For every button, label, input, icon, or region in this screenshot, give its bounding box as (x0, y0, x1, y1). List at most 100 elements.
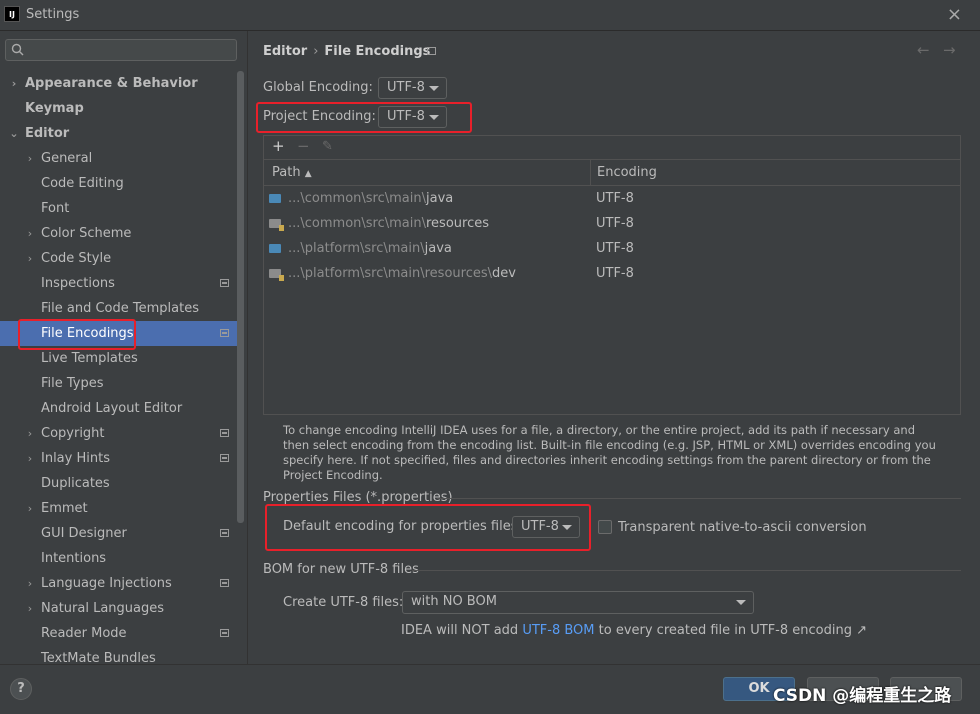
chevron-right-icon[interactable]: › (24, 421, 36, 446)
project-encoding-value: UTF-8 (387, 109, 425, 124)
project-encoding-label: Project Encoding: (263, 109, 376, 124)
chevron-right-icon[interactable]: › (24, 571, 36, 596)
sidebar-item-label: File and Code Templates (41, 301, 199, 316)
sidebar-item[interactable]: Keymap (0, 96, 238, 121)
sidebar-item[interactable]: Intentions (0, 546, 238, 571)
chevron-down-icon (429, 115, 439, 120)
project-scope-icon (220, 529, 229, 537)
sidebar-item[interactable]: Inspections (0, 271, 238, 296)
back-arrow-icon[interactable]: ← (917, 41, 930, 59)
encoding-cell[interactable]: UTF-8 (596, 236, 634, 261)
sidebar-item[interactable]: › Appearance & Behavior (0, 71, 238, 96)
sidebar-item[interactable]: Android Layout Editor (0, 396, 238, 421)
chevron-right-icon[interactable]: › (24, 596, 36, 621)
sidebar-item[interactable]: Duplicates (0, 471, 238, 496)
encoding-cell[interactable]: UTF-8 (596, 211, 634, 236)
sidebar-item-label: Editor (25, 126, 70, 141)
sidebar-item[interactable]: › Inlay Hints (0, 446, 238, 471)
chevron-down-icon (736, 600, 746, 605)
sidebar-item-label: General (41, 151, 93, 166)
source-folder-icon (269, 244, 281, 253)
sidebar-item[interactable]: › Code Style (0, 246, 238, 271)
path-prefix: ...\platform\src\main\ (288, 241, 425, 256)
sidebar-item[interactable]: › Emmet (0, 496, 238, 521)
chevron-down-icon (562, 525, 572, 530)
chevron-right-icon[interactable]: › (24, 246, 36, 271)
table-row[interactable]: ...\platform\src\main\java UTF-8 (264, 236, 960, 261)
encoding-cell[interactable]: UTF-8 (596, 186, 634, 211)
sidebar-item[interactable]: File Types (0, 371, 238, 396)
table-row[interactable]: ...\common\src\main\java UTF-8 (264, 186, 960, 211)
breadcrumb-parent[interactable]: Editor (263, 44, 307, 59)
bom-note: IDEA will NOT add UTF-8 BOM to every cre… (401, 623, 867, 638)
sidebar-item[interactable]: GUI Designer (0, 521, 238, 546)
transparent-native-to-ascii-label[interactable]: Transparent native-to-ascii conversion (618, 520, 867, 535)
close-icon[interactable]: × (947, 4, 962, 25)
properties-default-encoding-label: Default encoding for properties files: (283, 519, 522, 534)
project-scope-icon (220, 579, 229, 587)
table-row[interactable]: ...\common\src\main\resources UTF-8 (264, 211, 960, 236)
sidebar-item[interactable]: Reader Mode (0, 621, 238, 646)
project-scope-icon (220, 429, 229, 437)
sidebar-item-label: Keymap (25, 101, 84, 116)
create-utf8-label: Create UTF-8 files: (283, 595, 404, 610)
sidebar-item-label: Color Scheme (41, 226, 132, 241)
remove-icon[interactable]: − (297, 137, 310, 155)
path-prefix: ...\common\src\main\ (288, 191, 426, 206)
sidebar-item[interactable]: › Color Scheme (0, 221, 238, 246)
chevron-right-icon[interactable]: › (24, 496, 36, 521)
path-prefix: ...\common\src\main\ (288, 216, 426, 231)
chevron-down-icon[interactable]: ⌄ (8, 121, 20, 146)
forward-arrow-icon[interactable]: → (943, 41, 956, 59)
sidebar-item[interactable]: Font (0, 196, 238, 221)
encoding-help-text: To change encoding IntelliJ IDEA uses fo… (283, 423, 936, 482)
project-scope-icon (220, 329, 229, 337)
path-prefix: ...\platform\src\main\resources\ (288, 266, 492, 281)
transparent-native-to-ascii-checkbox[interactable] (598, 520, 612, 534)
chevron-right-icon[interactable]: › (8, 71, 20, 96)
bom-note-prefix: IDEA will NOT add (401, 623, 523, 638)
sidebar-item[interactable]: Live Templates (0, 346, 238, 371)
breadcrumb-separator: › (313, 44, 319, 59)
sidebar-item[interactable]: File Encodings (0, 321, 238, 346)
encoding-cell[interactable]: UTF-8 (596, 261, 634, 286)
sidebar-scrollbar[interactable] (237, 71, 244, 523)
sidebar-item[interactable]: Code Editing (0, 171, 238, 196)
path-cell: ...\common\src\main\java (288, 186, 453, 211)
chevron-right-icon[interactable]: › (24, 446, 36, 471)
path-name: dev (492, 266, 516, 281)
edit-icon[interactable]: ✎ (322, 139, 333, 154)
global-encoding-select[interactable]: UTF-8 (378, 77, 447, 99)
column-divider[interactable] (590, 160, 591, 185)
sidebar-item[interactable]: ⌄ Editor (0, 121, 238, 146)
help-button[interactable]: ? (10, 678, 32, 700)
path-name: java (424, 241, 452, 256)
encoding-column-header[interactable]: Encoding (597, 160, 657, 185)
sidebar-item-label: Natural Languages (41, 601, 165, 616)
path-encoding-table: Path ▲ Encoding ...\common\src\main\java… (263, 159, 961, 415)
chevron-right-icon[interactable]: › (24, 221, 36, 246)
path-column-header[interactable]: Path ▲ (272, 160, 312, 185)
path-cell: ...\common\src\main\resources (288, 211, 489, 236)
properties-encoding-select[interactable]: UTF-8 (512, 516, 580, 538)
sidebar-item[interactable]: › Natural Languages (0, 596, 238, 621)
sidebar-item-label: Inspections (41, 276, 115, 291)
chevron-right-icon[interactable]: › (24, 146, 36, 171)
project-encoding-select[interactable]: UTF-8 (378, 106, 447, 128)
chevron-down-icon (429, 86, 439, 91)
utf8-bom-link[interactable]: UTF-8 BOM (522, 623, 594, 638)
sidebar-item[interactable]: › General (0, 146, 238, 171)
search-input[interactable] (5, 39, 237, 61)
sidebar-item[interactable]: › Copyright (0, 421, 238, 446)
sidebar-item[interactable]: File and Code Templates (0, 296, 238, 321)
section-divider (437, 498, 961, 499)
source-folder-icon (269, 194, 281, 203)
table-header: Path ▲ Encoding (264, 160, 960, 186)
resources-folder-icon (269, 269, 284, 281)
table-row[interactable]: ...\platform\src\main\resources\dev UTF-8 (264, 261, 960, 286)
add-icon[interactable]: + (272, 137, 285, 155)
create-utf8-bom-select[interactable]: with NO BOM (402, 591, 754, 614)
project-scope-icon (220, 454, 229, 462)
sidebar-item[interactable]: › Language Injections (0, 571, 238, 596)
project-scope-icon (220, 279, 229, 287)
